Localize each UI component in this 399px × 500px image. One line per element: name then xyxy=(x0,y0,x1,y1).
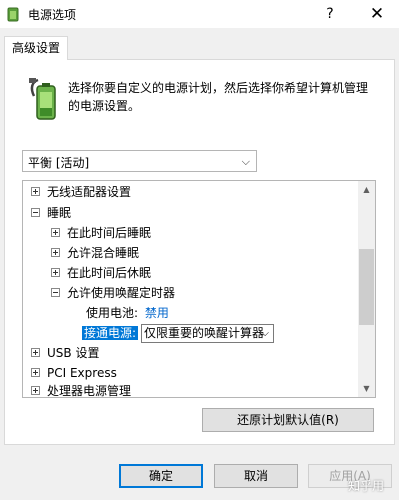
scrollbar-thumb[interactable] xyxy=(359,249,374,325)
expand-plus-icon[interactable] xyxy=(51,228,60,237)
on-battery-value-link[interactable]: 禁用 xyxy=(145,306,169,320)
tree-item-label: 在此时间后睡眠 xyxy=(67,226,152,240)
chevron-down-icon: ⌵ xyxy=(241,155,250,168)
tree-item-label: PCI Express xyxy=(47,366,117,380)
battery-plug-icon xyxy=(29,78,56,120)
plan-dropdown-value: 平衡 [活动] xyxy=(28,156,90,170)
tree-item-label: 睡眠 xyxy=(47,206,72,220)
description-text: 选择你要自定义的电源计划，然后选择你希望计算机管理的电源设置。 xyxy=(68,81,369,113)
plugged-in-dropdown[interactable]: 仅限重要的唤醒计算器 ⌵ xyxy=(141,324,274,343)
watermark-text: 知乎用 xyxy=(348,479,385,493)
scroll-up-arrow-icon[interactable]: ▲ xyxy=(358,181,375,198)
chevron-down-icon: ⌵ xyxy=(261,328,269,339)
tree-item-label: 处理器电源管理 xyxy=(47,384,132,398)
tree-item-hybrid-sleep[interactable]: 允许混合睡眠 xyxy=(51,243,139,263)
tree-item-pci-express[interactable]: PCI Express xyxy=(31,363,117,383)
tree-item-on-battery[interactable]: 使用电池: 禁用 xyxy=(86,303,169,323)
tree-item-label: 接通电源: xyxy=(82,326,139,340)
tree-item-label: 无线适配器设置 xyxy=(47,185,132,199)
tree-item-wake-timers[interactable]: 允许使用唤醒定时器 xyxy=(51,283,175,303)
cancel-button[interactable]: 取消 xyxy=(214,464,298,488)
help-button[interactable]: ? xyxy=(318,2,342,26)
restore-defaults-button[interactable]: 还原计划默认值(R) xyxy=(202,408,374,432)
plan-dropdown[interactable]: 平衡 [活动] ⌵ xyxy=(22,150,257,172)
tree-item-label: 允许使用唤醒定时器 xyxy=(67,286,176,300)
tree-item-sleep-after[interactable]: 在此时间后睡眠 xyxy=(51,223,151,243)
tree-scrollbar[interactable]: ▲ ▼ xyxy=(358,181,375,397)
tree-item-hibernate-after[interactable]: 在此时间后休眠 xyxy=(51,263,151,283)
collapse-minus-icon[interactable] xyxy=(51,288,60,297)
tree-item-wireless-adapter[interactable]: 无线适配器设置 xyxy=(31,182,131,202)
expand-plus-icon[interactable] xyxy=(51,248,60,257)
tree-item-processor-power[interactable]: 处理器电源管理 xyxy=(31,381,132,398)
tree-item-label: 使用电池: xyxy=(86,306,139,320)
expand-plus-icon[interactable] xyxy=(31,368,40,377)
tree-item-label: 允许混合睡眠 xyxy=(67,246,140,260)
tree-item-usb-settings[interactable]: USB 设置 xyxy=(31,343,99,363)
collapse-minus-icon[interactable] xyxy=(31,208,40,217)
tree-item-plugged-in[interactable]: 接通电源: 仅限重要的唤醒计算器 ⌵ xyxy=(82,323,352,343)
close-button[interactable]: ✕ xyxy=(362,2,392,26)
scroll-down-arrow-icon[interactable]: ▼ xyxy=(358,380,375,397)
expand-plus-icon[interactable] xyxy=(31,348,40,357)
expand-plus-icon[interactable] xyxy=(31,386,40,395)
expand-plus-icon[interactable] xyxy=(31,187,40,196)
expand-plus-icon[interactable] xyxy=(51,268,60,277)
power-options-icon xyxy=(7,7,19,22)
tree-item-sleep[interactable]: 睡眠 xyxy=(31,203,71,223)
window-title: 电源选项 xyxy=(28,8,77,22)
tree-item-label: USB 设置 xyxy=(47,346,100,360)
ok-button[interactable]: 确定 xyxy=(119,464,203,488)
tree-item-label: 在此时间后休眠 xyxy=(67,266,152,280)
plugged-in-dropdown-value: 仅限重要的唤醒计算器 xyxy=(144,326,265,340)
settings-tree[interactable]: 无线适配器设置 睡眠 在此时间后睡眠 允许混合睡眠 在此时间后休眠 允许使用唤醒… xyxy=(22,180,376,398)
tab-advanced-settings[interactable]: 高级设置 xyxy=(4,36,68,60)
